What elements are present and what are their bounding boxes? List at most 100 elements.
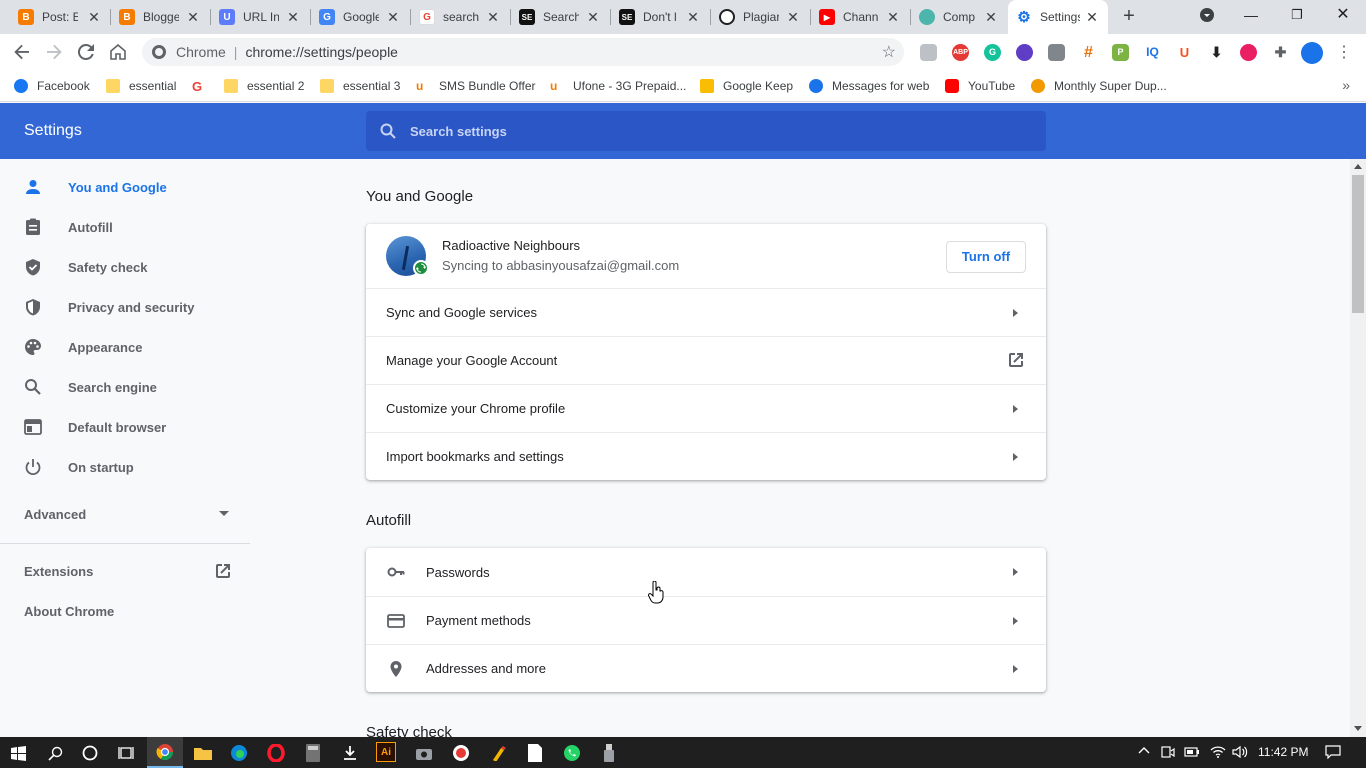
download-icon[interactable]: ⬇ [1208,44,1225,61]
paint-app-icon[interactable] [487,742,509,764]
tab-2[interactable]: U URL In ✕ [211,0,309,34]
illustrator-icon[interactable]: Ai [376,742,396,762]
bookmark-youtube[interactable]: YouTube [945,77,1015,95]
bookmark-folder[interactable]: essential 3 [320,77,400,95]
reload-button[interactable] [73,39,99,65]
sidebar-item-privacy[interactable]: Privacy and security [0,287,250,327]
row-customize-profile[interactable]: Customize your Chrome profile [366,384,1046,432]
address-bar[interactable]: Chrome | chrome://settings/people ☆ [142,38,904,66]
extension-grey-icon[interactable] [920,44,937,61]
taskbar-chrome-icon[interactable] [147,737,183,768]
tab-9[interactable]: Comp ✕ [911,0,1007,34]
sidebar-item-search-engine[interactable]: Search engine [0,367,250,407]
bookmark-google[interactable]: G [192,77,206,95]
tab-0[interactable]: B Post: E ✕ [10,0,110,34]
whatsapp-icon[interactable] [561,742,583,764]
close-tab-icon[interactable]: ✕ [585,9,601,25]
tray-chevron-up-icon[interactable] [1138,745,1150,760]
chevron-down-icon[interactable] [219,511,229,516]
row-payment-methods[interactable]: Payment methods [366,596,1046,644]
tab-search-button[interactable] [1184,0,1230,30]
notifications-icon[interactable] [1325,745,1341,762]
bookmark-google-keep[interactable]: Google Keep [700,77,793,95]
row-import-bookmarks[interactable]: Import bookmarks and settings [366,432,1046,480]
sidebar-item-default-browser[interactable]: Default browser [0,407,250,447]
volume-icon[interactable] [1232,745,1248,762]
hashtag-icon[interactable]: # [1080,44,1097,61]
bookmark-messages[interactable]: Messages for web [809,77,929,95]
back-button[interactable] [9,39,35,65]
row-addresses[interactable]: Addresses and more [366,644,1046,692]
extension-pink-icon[interactable] [1240,44,1257,61]
file-explorer-icon[interactable] [192,742,214,764]
home-button[interactable] [105,39,131,65]
open-in-new-icon[interactable] [215,563,231,579]
tab-6[interactable]: SE Don't l ✕ [611,0,709,34]
menu-kebab-icon[interactable]: ⋮ [1336,42,1352,62]
taskbar-clock[interactable]: 11:42 PM [1258,745,1308,759]
tab-1[interactable]: B Blogger ✕ [111,0,209,34]
close-tab-icon[interactable]: ✕ [185,9,201,25]
iq-icon[interactable]: IQ [1144,44,1161,61]
row-sync-services[interactable]: Sync and Google services [366,288,1046,336]
screen-recorder-icon[interactable] [450,742,472,764]
minimize-button[interactable]: — [1228,0,1274,30]
close-window-button[interactable]: ✕ [1320,0,1366,30]
adblock-plus-icon[interactable]: ABP [952,44,969,61]
extensions-link[interactable]: Extensions [24,564,93,579]
windows-start-icon[interactable] [7,742,29,764]
opera-icon[interactable] [265,742,287,764]
extension-tools-icon[interactable] [1048,44,1065,61]
bookmark-folder[interactable]: essential 2 [224,77,304,95]
calculator-icon[interactable] [302,742,324,764]
bookmarks-overflow-icon[interactable]: » [1342,77,1350,93]
bookmark-ufone[interactable]: u Ufone - 3G Prepaid... [550,77,686,95]
page-scrollbar[interactable] [1350,159,1366,737]
row-passwords[interactable]: Passwords [366,548,1046,596]
edge-icon[interactable] [228,742,250,764]
tab-settings[interactable]: ⚙ Settings ✕ [1008,0,1108,34]
close-tab-icon[interactable]: ✕ [685,9,701,25]
restore-button[interactable]: ❐ [1274,0,1320,30]
close-tab-icon[interactable]: ✕ [1084,9,1100,25]
task-view-icon[interactable] [115,742,137,764]
advanced-toggle[interactable]: Advanced [24,507,86,522]
scroll-down-arrow-icon[interactable] [1354,726,1362,731]
ubersuggest-icon[interactable]: U [1176,44,1193,61]
turn-off-sync-button[interactable]: Turn off [946,241,1026,273]
bookmark-facebook[interactable]: Facebook [14,77,90,95]
close-tab-icon[interactable]: ✕ [983,9,999,25]
grammarly-icon[interactable]: G [984,44,1001,61]
scrollbar-thumb[interactable] [1352,175,1364,313]
about-chrome-link[interactable]: About Chrome [24,604,114,619]
bookmark-star-icon[interactable]: ☆ [882,42,896,62]
notepad-icon[interactable] [524,742,546,764]
close-tab-icon[interactable]: ✕ [885,9,901,25]
sidebar-item-safety-check[interactable]: Safety check [0,247,250,287]
sidebar-item-autofill[interactable]: Autofill [0,207,250,247]
close-tab-icon[interactable]: ✕ [785,9,801,25]
scroll-up-arrow-icon[interactable] [1354,164,1362,169]
tab-3[interactable]: G Google ✕ [311,0,409,34]
sidebar-item-appearance[interactable]: Appearance [0,327,250,367]
meet-now-icon[interactable] [1161,745,1175,762]
row-manage-account[interactable]: Manage your Google Account [366,336,1046,384]
new-tab-button[interactable]: + [1118,6,1140,28]
bookmark-monthly-offer[interactable]: Monthly Super Dup... [1031,77,1167,95]
battery-icon[interactable] [1184,745,1200,760]
tab-7[interactable]: Plagiar ✕ [711,0,809,34]
taskbar-search-icon[interactable] [44,742,66,764]
sidebar-item-on-startup[interactable]: On startup [0,447,250,487]
profile-avatar[interactable] [1301,42,1323,64]
close-tab-icon[interactable]: ✕ [285,9,301,25]
url-text[interactable]: chrome://settings/people [245,44,398,60]
settings-search[interactable] [366,111,1046,151]
tab-5[interactable]: SE Search ✕ [511,0,609,34]
close-tab-icon[interactable]: ✕ [485,9,501,25]
extension-purple-icon[interactable] [1016,44,1033,61]
close-tab-icon[interactable]: ✕ [86,9,102,25]
search-input[interactable] [410,123,1010,139]
bookmark-sms-bundle[interactable]: u SMS Bundle Offer [416,77,536,95]
app-download-icon[interactable] [339,742,361,764]
usb-drive-icon[interactable] [598,742,620,764]
